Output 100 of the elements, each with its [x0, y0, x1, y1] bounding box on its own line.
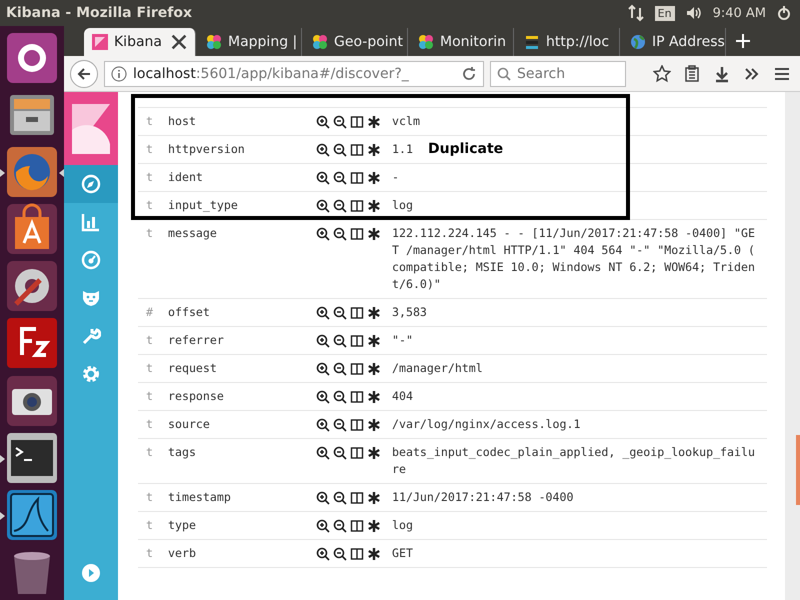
toggle-column-button[interactable]: [350, 446, 364, 460]
toggle-column-button[interactable]: [350, 171, 364, 185]
zoom-in-icon: [316, 199, 330, 213]
toggle-column-button[interactable]: [350, 306, 364, 320]
filter-out-value-button[interactable]: [333, 446, 347, 460]
filter-for-value-button[interactable]: [316, 519, 330, 533]
toggle-column-button[interactable]: [350, 143, 364, 157]
filter-exists-button[interactable]: [367, 418, 381, 432]
toggle-column-button[interactable]: [350, 519, 364, 533]
filter-out-value-button[interactable]: [333, 143, 347, 157]
field-name: tags: [168, 444, 197, 461]
filter-for-value-button[interactable]: [316, 334, 330, 348]
filter-exists-button[interactable]: [367, 547, 381, 561]
filter-exists-button[interactable]: [367, 227, 381, 241]
filter-for-value-button[interactable]: [316, 143, 330, 157]
asterisk-icon: [367, 334, 381, 348]
shark-fin-icon[interactable]: [6, 488, 58, 541]
columns-icon: [350, 143, 364, 157]
filter-out-value-button[interactable]: [333, 199, 347, 213]
annotation-label: Duplicate: [428, 141, 504, 157]
toggle-column-button[interactable]: [350, 334, 364, 348]
terminal-icon[interactable]: [6, 432, 58, 484]
toggle-column-button[interactable]: [350, 491, 364, 505]
field-value: GET: [392, 545, 413, 562]
compass-nav-item[interactable]: [64, 165, 118, 203]
power-icon[interactable]: [776, 5, 792, 21]
field-value: 11/Jun/2017:21:47:58 -0400: [392, 489, 574, 506]
field-type-icon: t: [146, 113, 168, 130]
filter-exists-button[interactable]: [367, 491, 381, 505]
info-icon[interactable]: [111, 66, 127, 82]
shopping-bag-icon[interactable]: [6, 203, 58, 256]
filter-for-value-button[interactable]: [316, 362, 330, 376]
camera-icon[interactable]: [6, 374, 58, 427]
asterisk-icon: [367, 115, 381, 129]
filter-out-value-button[interactable]: [333, 491, 347, 505]
filter-for-value-button[interactable]: [316, 491, 330, 505]
filter-out-value-button[interactable]: [333, 227, 347, 241]
filter-for-value-button[interactable]: [316, 171, 330, 185]
filter-for-value-button[interactable]: [316, 446, 330, 460]
scrollbar-thumb[interactable]: [796, 435, 800, 505]
toggle-column-button[interactable]: [350, 390, 364, 404]
toggle-column-button[interactable]: [350, 547, 364, 561]
plus-icon: [736, 34, 750, 48]
network-icon[interactable]: [626, 4, 645, 22]
field-name: response: [168, 388, 225, 405]
filter-exists-button[interactable]: [367, 171, 381, 185]
filter-out-value-button[interactable]: [333, 547, 347, 561]
url-text: localhost:5601/app/kibana#/discover?_: [133, 66, 409, 82]
filter-for-value-button[interactable]: [316, 227, 330, 241]
filter-out-value-button[interactable]: [333, 115, 347, 129]
field-type-icon: t: [146, 332, 168, 349]
columns-icon: [350, 115, 364, 129]
scrollbar[interactable]: [785, 92, 800, 600]
browser-tab[interactable]: Kibana: [84, 28, 196, 56]
toggle-column-button[interactable]: [350, 362, 364, 376]
field-value: log: [392, 197, 413, 214]
toggle-column-button[interactable]: [350, 418, 364, 432]
filter-for-value-button[interactable]: [316, 199, 330, 213]
close-icon[interactable]: [171, 34, 187, 50]
filter-exists-button[interactable]: [367, 519, 381, 533]
filter-exists-button[interactable]: [367, 199, 381, 213]
field-name: verb: [168, 545, 197, 562]
filter-out-value-button[interactable]: [333, 519, 347, 533]
filter-out-value-button[interactable]: [333, 390, 347, 404]
filter-exists-button[interactable]: [367, 306, 381, 320]
toggle-column-button[interactable]: [350, 115, 364, 129]
filter-out-value-button[interactable]: [333, 362, 347, 376]
filter-out-value-button[interactable]: [333, 334, 347, 348]
filter-exists-button[interactable]: [367, 446, 381, 460]
field-name: httpversion: [168, 141, 246, 158]
reload-icon[interactable]: [461, 66, 477, 82]
keyboard-layout-indicator[interactable]: En: [654, 6, 675, 20]
filter-for-value-button[interactable]: [316, 306, 330, 320]
zoom-out-icon: [333, 547, 347, 561]
filter-out-value-button[interactable]: [333, 418, 347, 432]
filter-exists-button[interactable]: [367, 362, 381, 376]
filter-for-value-button[interactable]: [316, 418, 330, 432]
search-box[interactable]: Search: [490, 60, 626, 86]
toggle-column-button[interactable]: [350, 199, 364, 213]
filter-out-value-button[interactable]: [333, 171, 347, 185]
toggle-column-button[interactable]: [350, 227, 364, 241]
kibana-logo-icon[interactable]: [72, 104, 110, 154]
filter-for-value-button[interactable]: [316, 115, 330, 129]
filter-exists-button[interactable]: [367, 334, 381, 348]
address-field[interactable]: localhost:5601/app/kibana#/discover?_: [104, 60, 484, 86]
asterisk-icon: [367, 418, 381, 432]
firefox-icon[interactable]: [6, 146, 58, 198]
field-type-icon: t: [146, 141, 168, 158]
search-field[interactable]: Search: [515, 64, 619, 82]
filter-for-value-button[interactable]: [316, 390, 330, 404]
clock[interactable]: 9:40 AM: [712, 6, 766, 20]
filter-for-value-button[interactable]: [316, 547, 330, 561]
filezilla-icon[interactable]: [6, 317, 58, 370]
back-button[interactable]: [70, 60, 98, 88]
filter-exists-button[interactable]: [367, 115, 381, 129]
filter-exists-button[interactable]: [367, 143, 381, 157]
zoom-in-icon: [316, 227, 330, 241]
filter-exists-button[interactable]: [367, 390, 381, 404]
filter-out-value-button[interactable]: [333, 306, 347, 320]
zoom-in-icon: [316, 306, 330, 320]
